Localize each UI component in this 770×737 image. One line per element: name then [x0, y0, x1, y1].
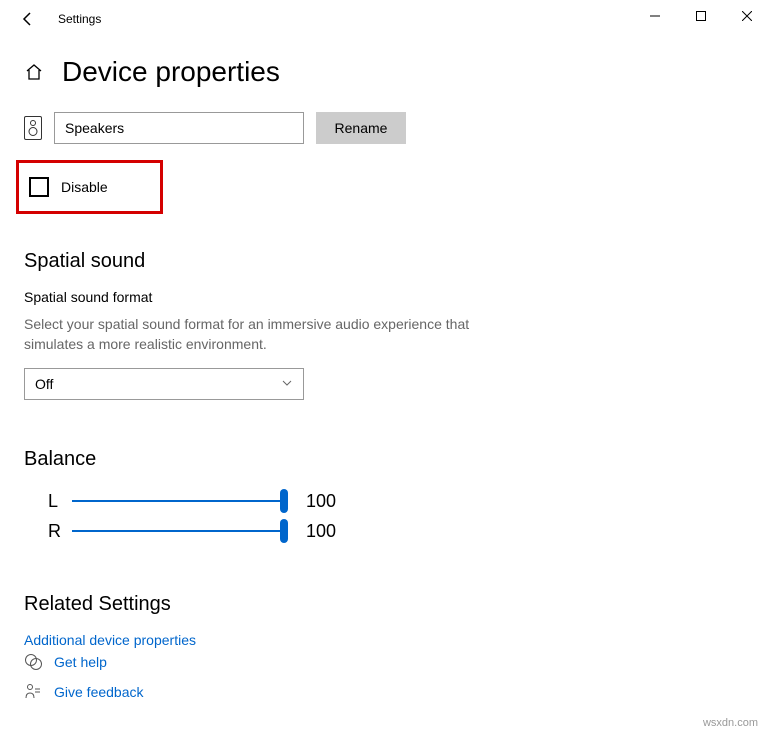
spatial-heading: Spatial sound [24, 250, 746, 273]
device-name-input[interactable] [54, 112, 304, 144]
window-controls [632, 0, 770, 32]
balance-right-label: R [48, 521, 72, 542]
page-header: Device properties [0, 38, 770, 112]
home-icon [24, 62, 44, 82]
watermark: wsxdn.com [703, 717, 758, 729]
related-heading: Related Settings [24, 593, 746, 616]
disable-label: Disable [61, 179, 108, 195]
device-name-row: Rename [24, 112, 746, 144]
give-feedback-link[interactable]: Give feedback [54, 684, 144, 700]
minimize-icon [650, 11, 660, 21]
back-button[interactable] [16, 7, 40, 31]
titlebar: Settings [0, 0, 770, 38]
spatial-format-label: Spatial sound format [24, 289, 746, 305]
slider-thumb[interactable] [280, 489, 288, 513]
spatial-sound-section: Spatial sound Spatial sound format Selec… [24, 250, 746, 400]
balance-right-slider[interactable] [72, 517, 288, 545]
related-section: Related Settings Additional device prope… [24, 593, 746, 650]
spatial-description: Select your spatial sound format for an … [24, 315, 474, 354]
balance-left-value: 100 [306, 491, 336, 512]
balance-left-slider[interactable] [72, 487, 288, 515]
dropdown-value: Off [35, 376, 53, 392]
minimize-button[interactable] [632, 0, 678, 32]
disable-checkbox[interactable] [29, 177, 49, 197]
maximize-icon [696, 11, 706, 21]
maximize-button[interactable] [678, 0, 724, 32]
footer-links: Get help Give feedback [24, 653, 144, 713]
close-icon [742, 11, 752, 21]
rename-button[interactable]: Rename [316, 112, 406, 144]
speaker-icon [24, 116, 42, 140]
chat-icon [24, 653, 42, 671]
chevron-down-icon [281, 377, 293, 392]
balance-right-value: 100 [306, 521, 336, 542]
get-help-link[interactable]: Get help [54, 654, 107, 670]
spatial-format-dropdown[interactable]: Off [24, 368, 304, 400]
slider-track [72, 500, 288, 502]
feedback-row: Give feedback [24, 683, 144, 701]
disable-highlight: Disable [16, 160, 163, 214]
window-title: Settings [58, 12, 101, 26]
additional-properties-link[interactable]: Additional device properties [24, 632, 196, 648]
arrow-left-icon [20, 11, 36, 27]
close-button[interactable] [724, 0, 770, 32]
slider-thumb[interactable] [280, 519, 288, 543]
page-title: Device properties [62, 56, 280, 88]
balance-heading: Balance [24, 448, 746, 471]
balance-left-label: L [48, 491, 72, 512]
feedback-icon [24, 683, 42, 701]
balance-section: Balance L 100 R 100 [24, 448, 746, 545]
help-row: Get help [24, 653, 144, 671]
home-button[interactable] [24, 62, 44, 82]
balance-left-row: L 100 [48, 487, 746, 515]
balance-right-row: R 100 [48, 517, 746, 545]
slider-track [72, 530, 288, 532]
